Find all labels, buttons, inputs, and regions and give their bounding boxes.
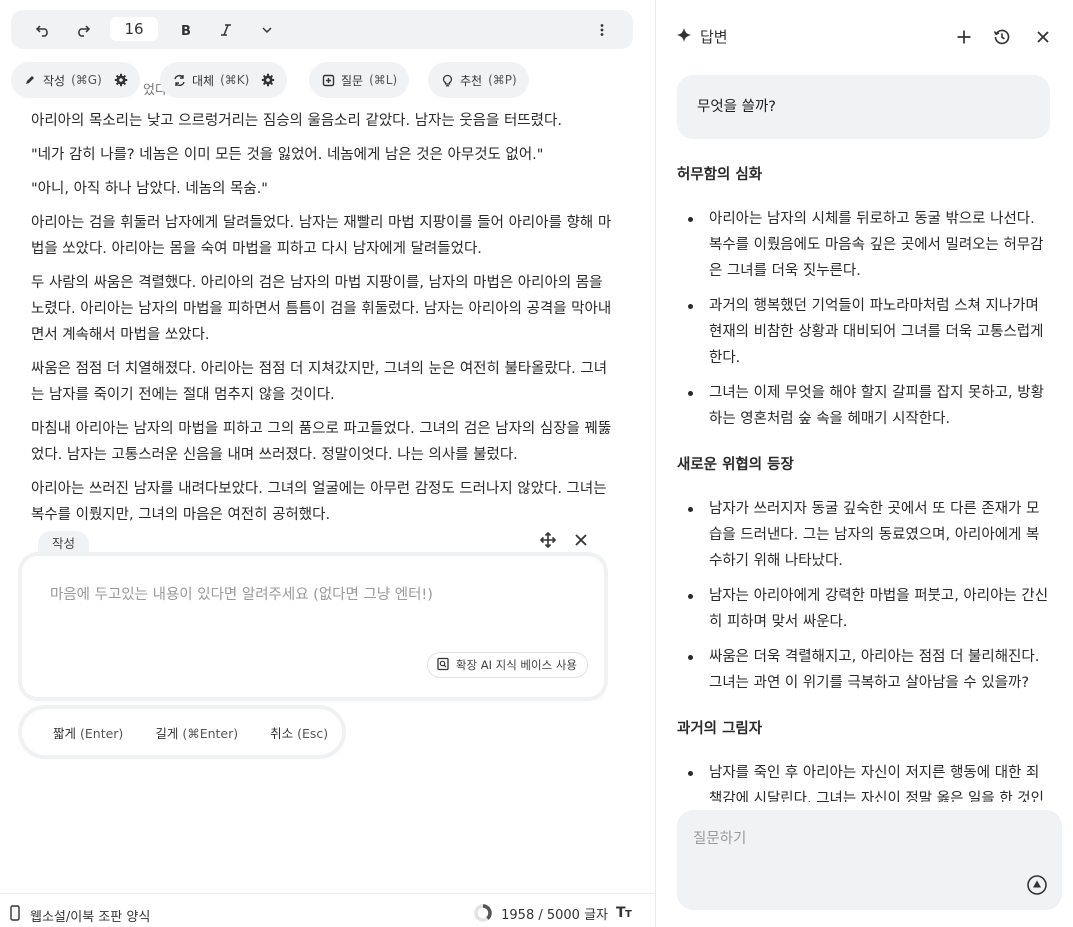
list-item: 싸움은 더욱 격렬해지고, 아리아는 점점 더 불리해진다. 그녀는 과연 이 …: [677, 644, 1052, 696]
move-icon[interactable]: [539, 531, 557, 549]
section-heading: 허무함의 심화: [677, 167, 763, 183]
mode-pill-shortcut: (⌘L): [369, 73, 398, 87]
text-size-icon[interactable]: TT: [616, 904, 634, 922]
document-body[interactable]: 아리아의 목소리는 낮고 으르렁거리는 짐승의 울음소리 같았다. 남자는 웃음…: [31, 108, 617, 536]
answer-content: 허무함의 심화 아리아는 남자의 시체를 뒤로하고 동굴 밖으로 나선다. 복수…: [677, 162, 1052, 802]
mode-pill-label: 대체: [192, 73, 215, 88]
list-item: 남자를 죽인 후 아리아는 자신이 저지른 행동에 대한 죄책감에 시달린다. …: [677, 760, 1052, 802]
progress-ring-icon: [474, 904, 492, 922]
font-size-input[interactable]: 16: [110, 17, 158, 41]
status-bar: 웹소설/이북 조판 양식 1958 / 5000 글자 TT: [0, 893, 655, 927]
svg-text:T: T: [625, 909, 632, 918]
mode-pill-shortcut: (⌘P): [488, 73, 517, 87]
mode-pill-suggest[interactable]: 추천 (⌘P): [428, 62, 529, 98]
long-label: 길게: [155, 725, 179, 741]
long-shortcut: (⌘Enter): [182, 725, 239, 741]
list-item: 남자가 쓰러지자 동굴 깊숙한 곳에서 또 다른 존재가 모습을 드러낸다. 그…: [677, 496, 1052, 574]
cancel-shortcut: (Esc): [297, 725, 329, 741]
section-heading: 새로운 위협의 등장: [677, 457, 794, 473]
mode-pill-label: 작성: [43, 73, 66, 88]
mode-pill-write[interactable]: 작성 (⌘G): [11, 62, 140, 98]
char-count: 1958 / 5000 글자: [501, 907, 608, 923]
doc-paragraph: 마침내 아리아는 남자의 마법을 피하고 그의 품으로 파고들었다. 그녀의 검…: [31, 421, 612, 463]
user-question-bubble: 무엇을 쓸까?: [677, 75, 1050, 139]
lightbulb-icon: [440, 73, 454, 87]
editor-toolbar: 16 B: [11, 10, 633, 49]
italic-icon[interactable]: [215, 19, 237, 41]
cancel-label: 취소: [270, 725, 294, 741]
ask-input[interactable]: 질문하기: [693, 827, 746, 848]
bold-icon[interactable]: B: [175, 19, 197, 41]
doc-paragraph: 아리아는 쓰러진 남자를 내려다보았다. 그녀의 얼굴에는 아무런 감정도 드러…: [31, 481, 607, 523]
add-box-icon: [321, 73, 335, 87]
format-label: 웹소설/이북 조판 양식: [30, 909, 151, 925]
mode-pill-replace[interactable]: 대체 (⌘K): [160, 62, 288, 98]
editor-pane: 16 B 었다. 작성 (⌘G) 대체 (⌘K) 질문 (⌘L) 추천 (⌘P)…: [0, 0, 655, 927]
doc-paragraph: 두 사람의 싸움은 격렬했다. 아리아의 검은 남자의 마법 지팡이를, 남자의…: [31, 275, 612, 343]
panel-title: 답변: [700, 28, 728, 46]
mode-pill-shortcut: (⌘G): [71, 73, 102, 87]
panel-header: 답변: [676, 26, 728, 47]
knowledge-base-toggle[interactable]: 확장 AI 지식 베이스 사용: [426, 652, 588, 678]
sparkle-icon: [676, 27, 692, 47]
short-label: 짧게: [53, 725, 77, 741]
format-selector[interactable]: 웹소설/이북 조판 양식: [10, 905, 150, 925]
cancel-button[interactable]: 취소 (Esc): [270, 723, 328, 742]
section-heading: 과거의 그림자: [677, 721, 763, 737]
bullet-list: 남자가 쓰러지자 동굴 깊숙한 곳에서 또 다른 존재가 모습을 드러낸다. 그…: [677, 496, 1052, 696]
doc-paragraph: 싸움은 점점 더 치열해졌다. 아리아는 점점 더 지쳐갔지만, 그녀의 눈은 …: [31, 361, 608, 403]
bullet-list: 아리아는 남자의 시체를 뒤로하고 동굴 밖으로 나선다. 복수를 이뤘음에도 …: [677, 206, 1052, 432]
doc-paragraph: "아니, 아직 하나 남았다. 네놈의 목숨.": [31, 181, 268, 197]
list-item: 아리아는 남자의 시체를 뒤로하고 동굴 밖으로 나선다. 복수를 이뤘음에도 …: [677, 206, 1052, 284]
add-icon[interactable]: [954, 27, 974, 47]
bullet-list: 남자를 죽인 후 아리아는 자신이 저지른 행동에 대한 죄책감에 시달린다. …: [677, 760, 1052, 802]
composer-actions: 짧게 (Enter) 길게 (⌘Enter) 취소 (Esc): [22, 709, 342, 755]
ask-input-box[interactable]: 질문하기: [677, 810, 1062, 910]
mode-pill-question[interactable]: 질문 (⌘L): [309, 62, 410, 98]
user-question: 무엇을 쓸까?: [697, 99, 777, 115]
chevron-down-icon[interactable]: [256, 19, 278, 41]
swap-icon: [172, 73, 186, 87]
char-counter: 1958 / 5000 글자 TT: [473, 903, 634, 923]
phone-icon: [10, 905, 20, 925]
composer-mode-tab: 작성: [38, 531, 90, 557]
doc-paragraph: 아리아의 목소리는 낮고 으르렁거리는 짐승의 울음소리 같았다. 남자는 웃음…: [31, 113, 562, 129]
close-icon[interactable]: [572, 531, 590, 549]
mode-pill-label: 추천: [460, 73, 483, 88]
pen-icon: [23, 73, 37, 87]
answer-panel: 답변 무엇을 쓸까? 허무함의 심화 아리아는 남자의 시체를 뒤로하고 동굴 …: [656, 0, 1073, 927]
more-vertical-icon[interactable]: [591, 19, 613, 41]
gear-icon[interactable]: [114, 73, 128, 87]
undo-icon[interactable]: [32, 19, 54, 41]
long-button[interactable]: 길게 (⌘Enter): [155, 723, 238, 742]
book-search-icon: [436, 657, 450, 674]
mode-pill-label: 질문: [341, 73, 364, 88]
list-item: 과거의 행복했던 기억들이 파노라마처럼 스쳐 지나가며 현재의 비참한 상황과…: [677, 293, 1052, 371]
doc-paragraph: "네가 감히 나를? 네놈은 이미 모든 것을 잃었어. 네놈에게 남은 것은 …: [31, 147, 544, 163]
list-item: 그녀는 이제 무엇을 해야 할지 갈피를 잡지 못하고, 방황하는 영혼처럼 숲…: [677, 380, 1052, 432]
doc-paragraph: 아리아는 검을 휘둘러 남자에게 달려들었다. 남자는 재빨리 마법 지팡이를 …: [31, 215, 612, 257]
knowledge-base-label: 확장 AI 지식 베이스 사용: [455, 658, 577, 672]
composer-input[interactable]: 마음에 두고있는 내용이 있다면 알려주세요 (없다면 그냥 엔터!): [50, 583, 433, 604]
svg-text:B: B: [181, 24, 191, 37]
redo-icon[interactable]: [72, 19, 94, 41]
short-button[interactable]: 짧게 (Enter): [53, 723, 123, 742]
short-shortcut: (Enter): [80, 725, 124, 741]
list-item: 남자는 아리아에게 강력한 마법을 퍼붓고, 아리아는 간신히 피하며 맞서 싸…: [677, 583, 1052, 635]
history-icon[interactable]: [992, 27, 1012, 47]
send-icon[interactable]: [1026, 874, 1048, 896]
gear-icon[interactable]: [261, 73, 275, 87]
close-panel-icon[interactable]: [1033, 27, 1053, 47]
composer-box[interactable]: 마음에 두고있는 내용이 있다면 알려주세요 (없다면 그냥 엔터!) 확장 A…: [22, 556, 604, 697]
mode-pill-shortcut: (⌘K): [220, 73, 250, 87]
